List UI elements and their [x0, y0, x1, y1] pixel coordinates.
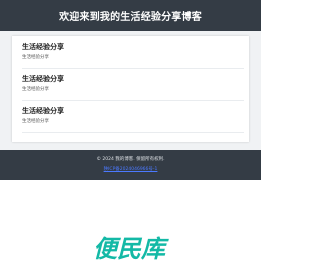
footer-copyright: © 2024 我的博客. 保留所有权利. — [96, 157, 165, 162]
post-item[interactable]: 生活经验分享 生活经验分享 — [22, 42, 244, 69]
post-item[interactable]: 生活经验分享 生活经验分享 — [22, 74, 244, 101]
site-footer: © 2024 我的博客. 保留所有权利. 陕ICP备2024046966号-1 — [0, 150, 261, 180]
post-item[interactable]: 生活经验分享 生活经验分享 — [22, 106, 244, 133]
post-description: 生活经验分享 — [22, 55, 49, 60]
watermark-text: 便民库 — [93, 235, 169, 262]
post-title[interactable]: 生活经验分享 — [22, 74, 64, 84]
watermark-logo: 便民库 — [93, 235, 169, 262]
post-title[interactable]: 生活经验分享 — [22, 106, 64, 116]
post-title[interactable]: 生活经验分享 — [22, 42, 64, 52]
post-description: 生活经验分享 — [22, 119, 49, 124]
site-title: 欢迎来到我的生活经验分享博客 — [59, 12, 202, 23]
icp-license-link[interactable]: 陕ICP备2024046966号-1 — [0, 166, 261, 172]
post-list-card: 生活经验分享 生活经验分享 生活经验分享 生活经验分享 生活经验分享 生活经验分… — [12, 36, 249, 142]
site-header: 欢迎来到我的生活经验分享博客 — [0, 0, 261, 31]
post-description: 生活经验分享 — [22, 87, 49, 92]
